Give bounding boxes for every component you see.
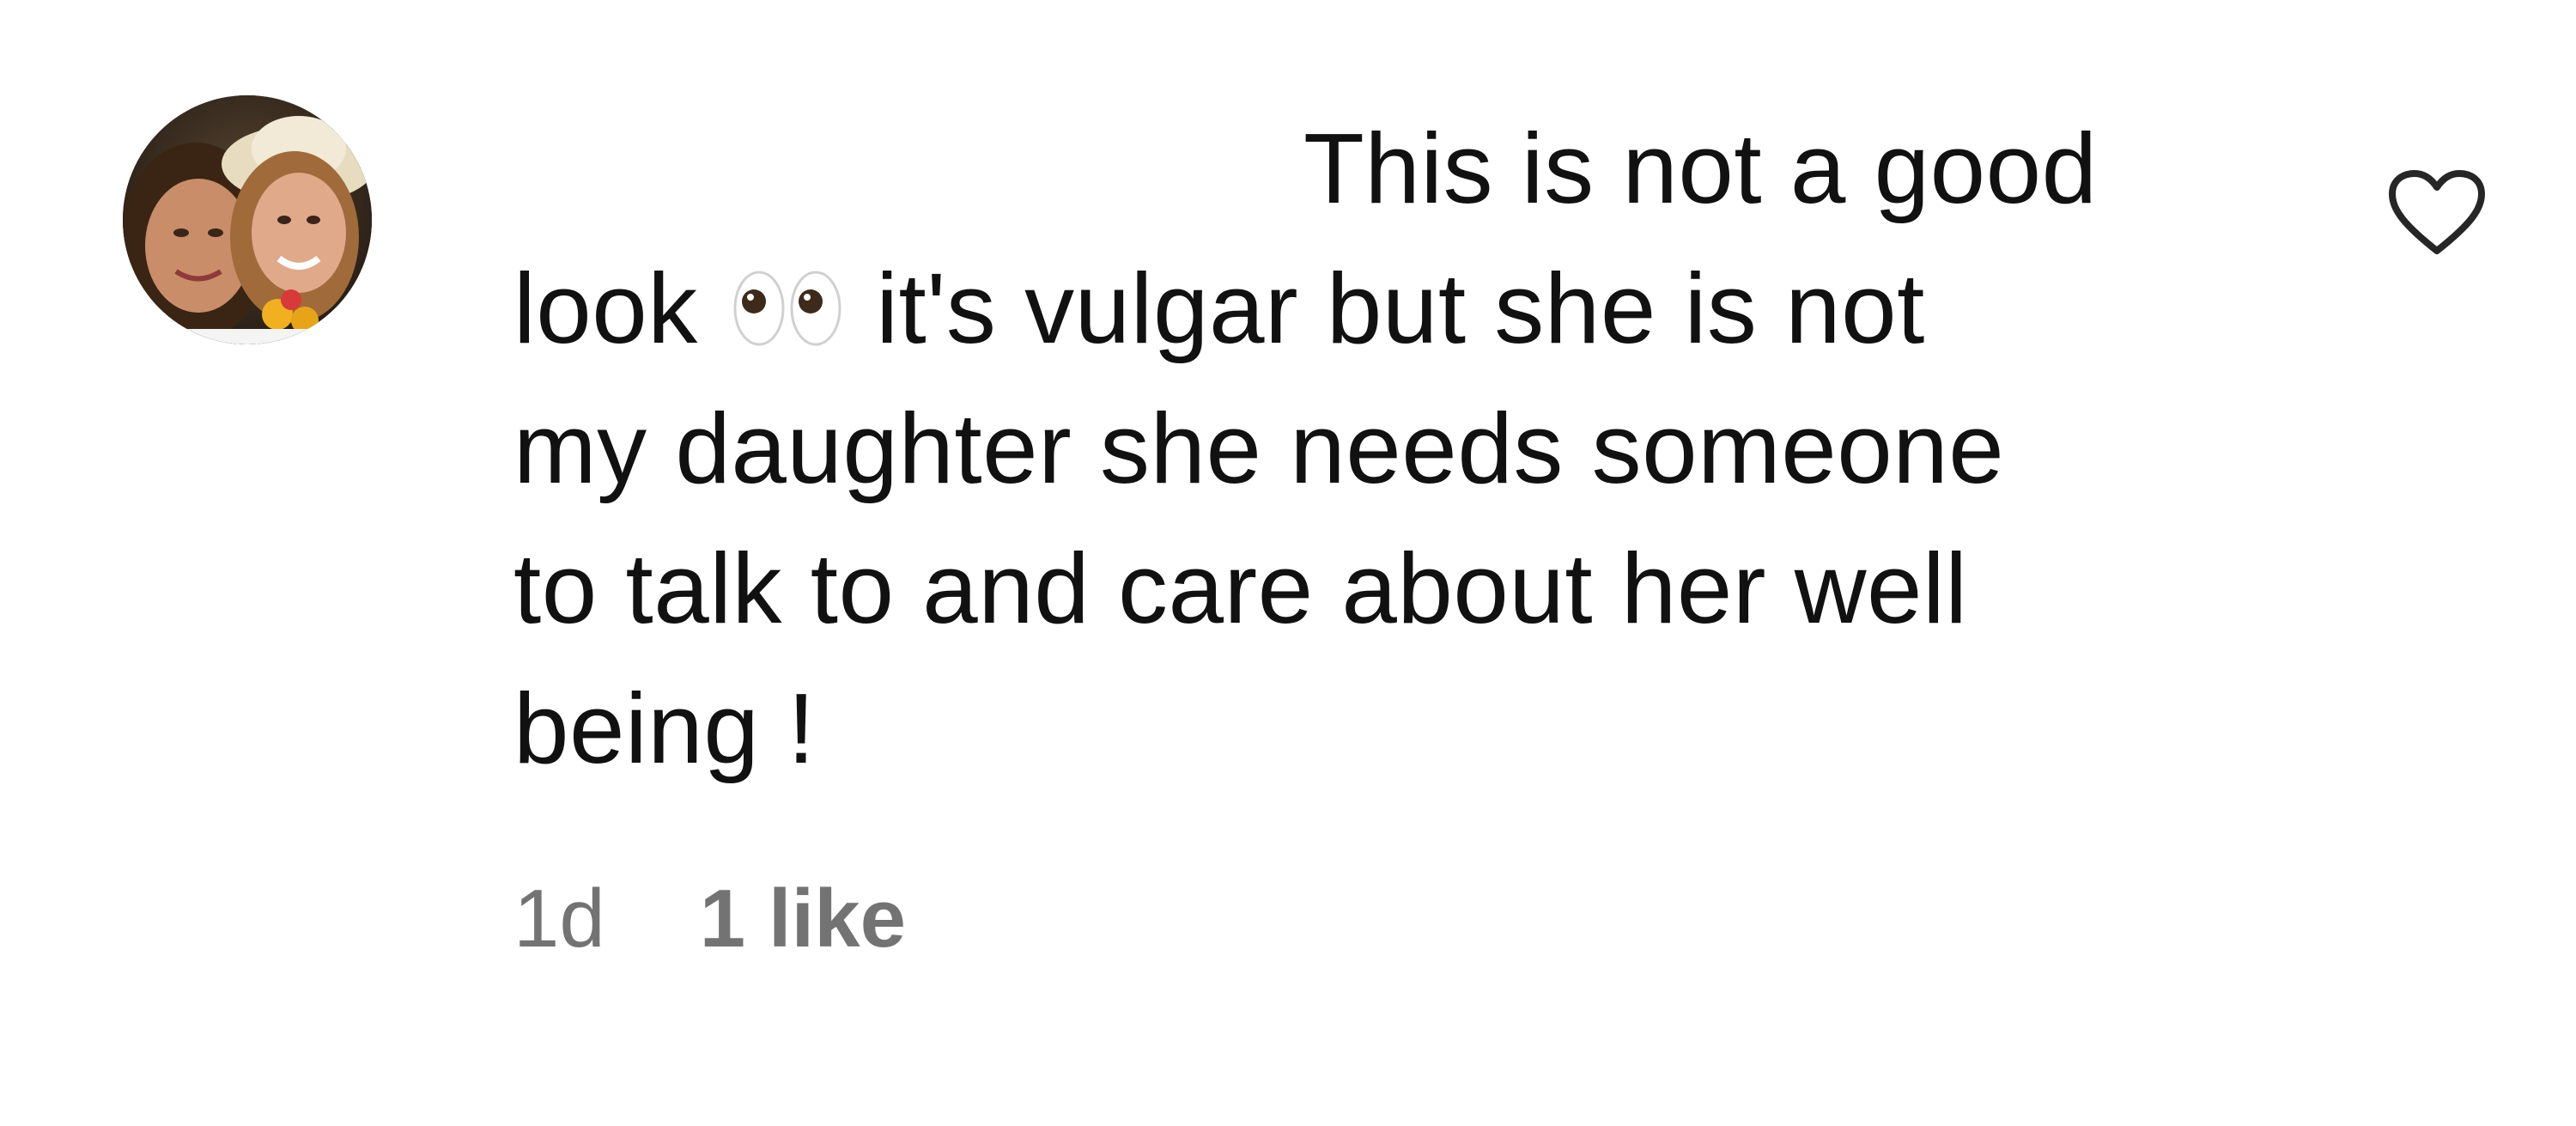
comment-line: my daughter she needs someone xyxy=(513,393,2005,504)
comment-line-prefix: look xyxy=(513,253,698,364)
eyes-emoji-icon xyxy=(730,265,845,351)
like-button[interactable] xyxy=(2387,168,2487,258)
avatar-photo xyxy=(123,95,372,344)
comment-meta: 1d 1 like xyxy=(513,867,906,971)
comment-text: This is not a good look it's vulgar but … xyxy=(513,99,2300,799)
comment-timestamp[interactable]: 1d xyxy=(513,867,605,971)
comment-line-rest: it's vulgar but she is not xyxy=(876,253,1925,364)
comment-line: being ! xyxy=(513,673,816,784)
comment-line: to talk to and care about her well xyxy=(513,533,1968,644)
avatar[interactable] xyxy=(123,95,372,344)
comment-body: This is not a good look it's vulgar but … xyxy=(513,99,2300,799)
heart-outline-icon xyxy=(2389,170,2485,254)
likes-count-link[interactable]: 1 like xyxy=(700,867,906,971)
comment-line: This is not a good xyxy=(1303,113,2098,224)
comment-line: look it's vulgar but she is not xyxy=(513,239,2300,379)
comment-row: This is not a good look it's vulgar but … xyxy=(0,0,2576,1126)
